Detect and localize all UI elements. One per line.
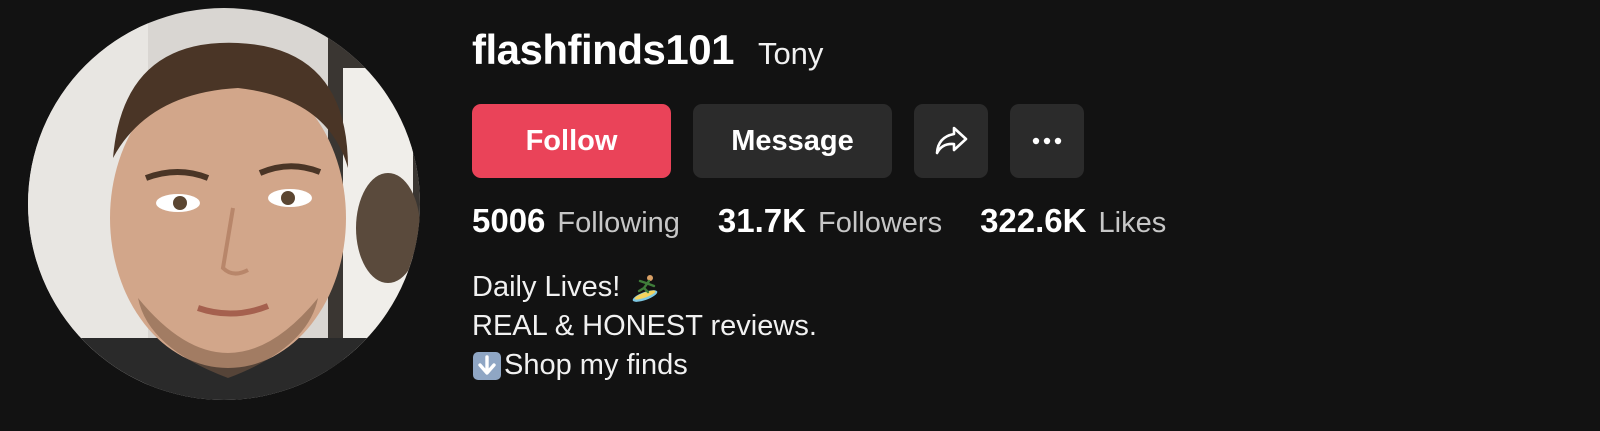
following-count: 5006 <box>472 202 546 239</box>
surfer-emoji <box>632 274 658 302</box>
bio: Daily Lives! REAL & HONEST reviews. Shop… <box>472 268 817 385</box>
share-button[interactable] <box>914 104 988 178</box>
bio-line-3: Shop my finds <box>472 346 817 385</box>
message-button[interactable]: Message <box>693 104 892 178</box>
nickname: Tony <box>757 36 824 71</box>
profile-header: flashfinds101 Tony Follow Message 5006 F… <box>472 26 1572 381</box>
likes-count: 322.6K <box>980 202 1087 239</box>
profile-photo <box>28 8 420 400</box>
stat-followers[interactable]: 31.7K Followers <box>718 202 942 240</box>
following-label: Following <box>557 207 680 239</box>
bio-text-2: REAL & HONEST reviews. <box>472 310 817 342</box>
name-row: flashfinds101 Tony <box>472 26 1572 82</box>
followers-count: 31.7K <box>717 202 806 239</box>
bio-line-2: REAL & HONEST reviews. <box>472 307 817 346</box>
stats-row: 5006 Following 31.7K Followers 322.6K Li… <box>472 202 1204 240</box>
more-button[interactable] <box>1010 104 1084 178</box>
action-buttons: Follow Message <box>472 104 1084 178</box>
avatar[interactable] <box>28 8 420 400</box>
followers-label: Followers <box>817 207 943 239</box>
bio-line-1: Daily Lives! <box>472 268 817 307</box>
bio-text-1: Daily Lives! <box>472 271 621 303</box>
likes-label: Likes <box>1098 207 1167 239</box>
stat-following[interactable]: 5006 Following <box>472 202 680 240</box>
down-arrow-emoji <box>473 351 501 380</box>
more-dots-icon <box>1032 137 1062 145</box>
bio-text-3: Shop my finds <box>504 349 688 381</box>
follow-button[interactable]: Follow <box>472 104 671 178</box>
username: flashfinds101 <box>472 26 734 73</box>
stat-likes: 322.6K Likes <box>980 202 1166 240</box>
share-arrow-icon <box>935 126 968 155</box>
